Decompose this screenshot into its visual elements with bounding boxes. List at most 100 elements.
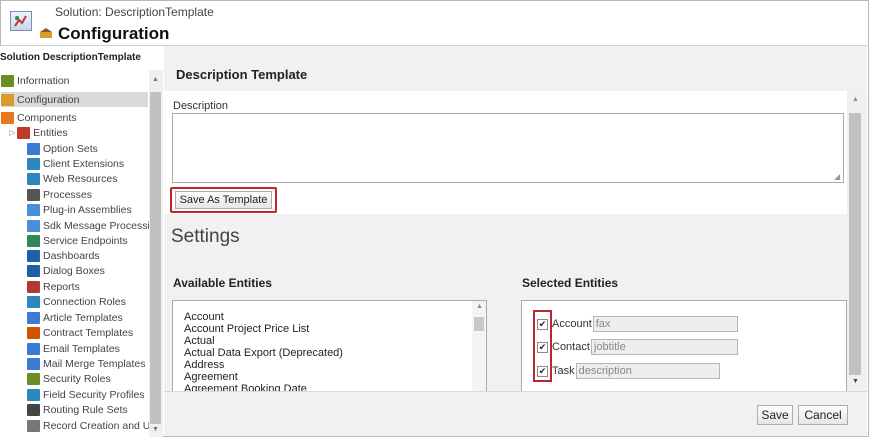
contact-field-input[interactable]: jobtitle	[590, 339, 738, 355]
description-textarea[interactable]	[172, 113, 844, 183]
configuration-icon	[1, 93, 14, 106]
account-field-input[interactable]: fax	[592, 316, 738, 332]
service-endpoints-icon	[27, 234, 40, 247]
selected-entities-title: Selected Entities	[522, 276, 619, 290]
sidebar-item-entities[interactable]: ▷ Entities	[9, 125, 68, 140]
sidebar-item-label: Information	[17, 74, 70, 87]
sidebar-item-label: Record Creation and U...	[43, 419, 160, 432]
sidebar-item-option-sets[interactable]: Option Sets	[27, 141, 98, 156]
main-scrollbar[interactable]: ▲ ▼	[847, 91, 867, 391]
email-templates-icon	[27, 342, 40, 355]
sidebar-item-connection-roles[interactable]: Connection Roles	[27, 294, 126, 309]
information-icon	[1, 74, 14, 87]
routing-rule-icon	[27, 403, 40, 416]
sidebar-item-label: Article Templates	[43, 311, 123, 324]
save-template-highlight: Save As Template	[170, 187, 277, 213]
field-security-icon	[27, 388, 40, 401]
sidebar-item-components[interactable]: Components	[1, 110, 77, 125]
sidebar-item-label: Entities	[33, 126, 68, 139]
selected-entity-row: ✔ Contact jobtitle	[537, 339, 738, 355]
reports-icon	[27, 280, 40, 293]
account-checkbox[interactable]: ✔	[537, 318, 548, 330]
sidebar-item-article-templates[interactable]: Article Templates	[27, 310, 123, 325]
sidebar-item-reports[interactable]: Reports	[27, 279, 80, 294]
task-checkbox[interactable]: ✔	[537, 365, 548, 377]
list-item[interactable]: Actual Data Export (Deprecated)	[184, 347, 343, 359]
sidebar-item-routing-rule-sets[interactable]: Routing Rule Sets	[27, 402, 128, 417]
contact-checkbox[interactable]: ✔	[537, 341, 548, 353]
sidebar-item-service-endpoints[interactable]: Service Endpoints	[27, 233, 128, 248]
cancel-button[interactable]: Cancel	[798, 405, 848, 425]
sidebar-item-label: Configuration	[17, 93, 80, 106]
sdk-message-icon	[27, 219, 40, 232]
sidebar-item-label: Sdk Message Processin...	[43, 219, 163, 232]
available-entities-title: Available Entities	[173, 276, 272, 290]
list-item[interactable]: Account	[184, 311, 224, 323]
sidebar-item-dashboards[interactable]: Dashboards	[27, 248, 100, 263]
save-as-template-button[interactable]: Save As Template	[175, 191, 272, 209]
sidebar-item-label: Connection Roles	[43, 295, 126, 308]
sidebar-item-label: Email Templates	[43, 342, 120, 355]
sidebar-item-information[interactable]: Information	[1, 73, 70, 88]
solution-subtitle: Solution: DescriptionTemplate	[55, 5, 214, 19]
sidebar-item-field-security-profiles[interactable]: Field Security Profiles	[27, 387, 145, 402]
sidebar-scroll-thumb[interactable]	[150, 92, 161, 424]
sidebar-item-label: Dialog Boxes	[43, 264, 105, 277]
description-label: Description	[173, 100, 229, 112]
sidebar-item-configuration[interactable]: Configuration	[1, 92, 148, 107]
selected-entity-row: ✔ Account fax	[537, 316, 738, 332]
main-scroll-thumb[interactable]	[849, 113, 861, 375]
entities-icon	[17, 126, 31, 139]
list-item[interactable]: Address	[184, 359, 224, 371]
scroll-up-icon[interactable]: ▲	[852, 96, 859, 103]
sidebar-item-label: Processes	[43, 188, 93, 201]
contract-templates-icon	[27, 326, 40, 339]
client-extensions-icon	[27, 157, 40, 170]
available-entities-list[interactable]: Account Account Project Price List Actua…	[172, 300, 487, 391]
task-field-input[interactable]: description	[575, 363, 720, 379]
sidebar-item-contract-templates[interactable]: Contract Templates	[27, 325, 133, 340]
selected-entity-row: ✔ Task description	[537, 363, 720, 379]
option-sets-icon	[27, 142, 40, 155]
sidebar-item-dialog-boxes[interactable]: Dialog Boxes	[27, 263, 105, 278]
expand-arrow-icon[interactable]: ▷	[9, 128, 15, 137]
page-title: Configuration	[58, 24, 170, 43]
save-button[interactable]: Save	[757, 405, 793, 425]
web-resources-icon	[27, 172, 40, 185]
sidebar-item-security-roles[interactable]: Security Roles	[27, 371, 111, 386]
dialog-boxes-icon	[27, 264, 40, 277]
sidebar-item-label: Dashboards	[43, 249, 100, 262]
sidebar-item-mail-merge-templates[interactable]: Mail Merge Templates	[27, 356, 146, 371]
settings-title: Settings	[171, 226, 240, 247]
sidebar-scrollbar[interactable]: ▲ ▼	[149, 70, 163, 437]
record-creation-icon	[27, 419, 40, 432]
sidebar-item-label: Contract Templates	[43, 326, 134, 339]
sidebar-item-email-templates[interactable]: Email Templates	[27, 341, 120, 356]
scroll-up-icon[interactable]: ▲	[152, 76, 159, 83]
available-list-scrollbar[interactable]: ▲	[472, 301, 486, 391]
processes-icon	[27, 188, 40, 201]
scroll-down-icon[interactable]: ▼	[852, 378, 859, 385]
sidebar-item-client-extensions[interactable]: Client Extensions	[27, 156, 124, 171]
sidebar-item-label: Option Sets	[43, 142, 98, 155]
scroll-up-icon[interactable]: ▲	[476, 303, 483, 310]
sidebar-item-label: Web Resources	[43, 172, 118, 185]
sidebar-item-label: Components	[17, 111, 77, 124]
available-list-scroll-thumb[interactable]	[474, 317, 484, 331]
sidebar-item-label: Reports	[43, 280, 80, 293]
solution-icon	[10, 11, 32, 31]
list-item[interactable]: Agreement Booking Date	[184, 383, 307, 391]
sidebar-item-web-resources[interactable]: Web Resources	[27, 171, 118, 186]
sidebar-title: Solution DescriptionTemplate	[0, 52, 141, 63]
sidebar-item-record-creation[interactable]: Record Creation and U...	[27, 418, 159, 433]
components-icon	[1, 111, 14, 124]
list-item[interactable]: Actual	[184, 335, 215, 347]
scroll-down-icon[interactable]: ▼	[152, 426, 159, 433]
list-item[interactable]: Account Project Price List	[184, 323, 309, 335]
sidebar-item-processes[interactable]: Processes	[27, 187, 92, 202]
sidebar-item-label: Mail Merge Templates	[43, 357, 146, 370]
sidebar-item-plugin-assemblies[interactable]: Plug-in Assemblies	[27, 202, 132, 217]
sidebar: Solution DescriptionTemplate Information…	[0, 46, 163, 437]
sidebar-item-sdk-message[interactable]: Sdk Message Processin...	[27, 218, 163, 233]
list-item[interactable]: Agreement	[184, 371, 238, 383]
